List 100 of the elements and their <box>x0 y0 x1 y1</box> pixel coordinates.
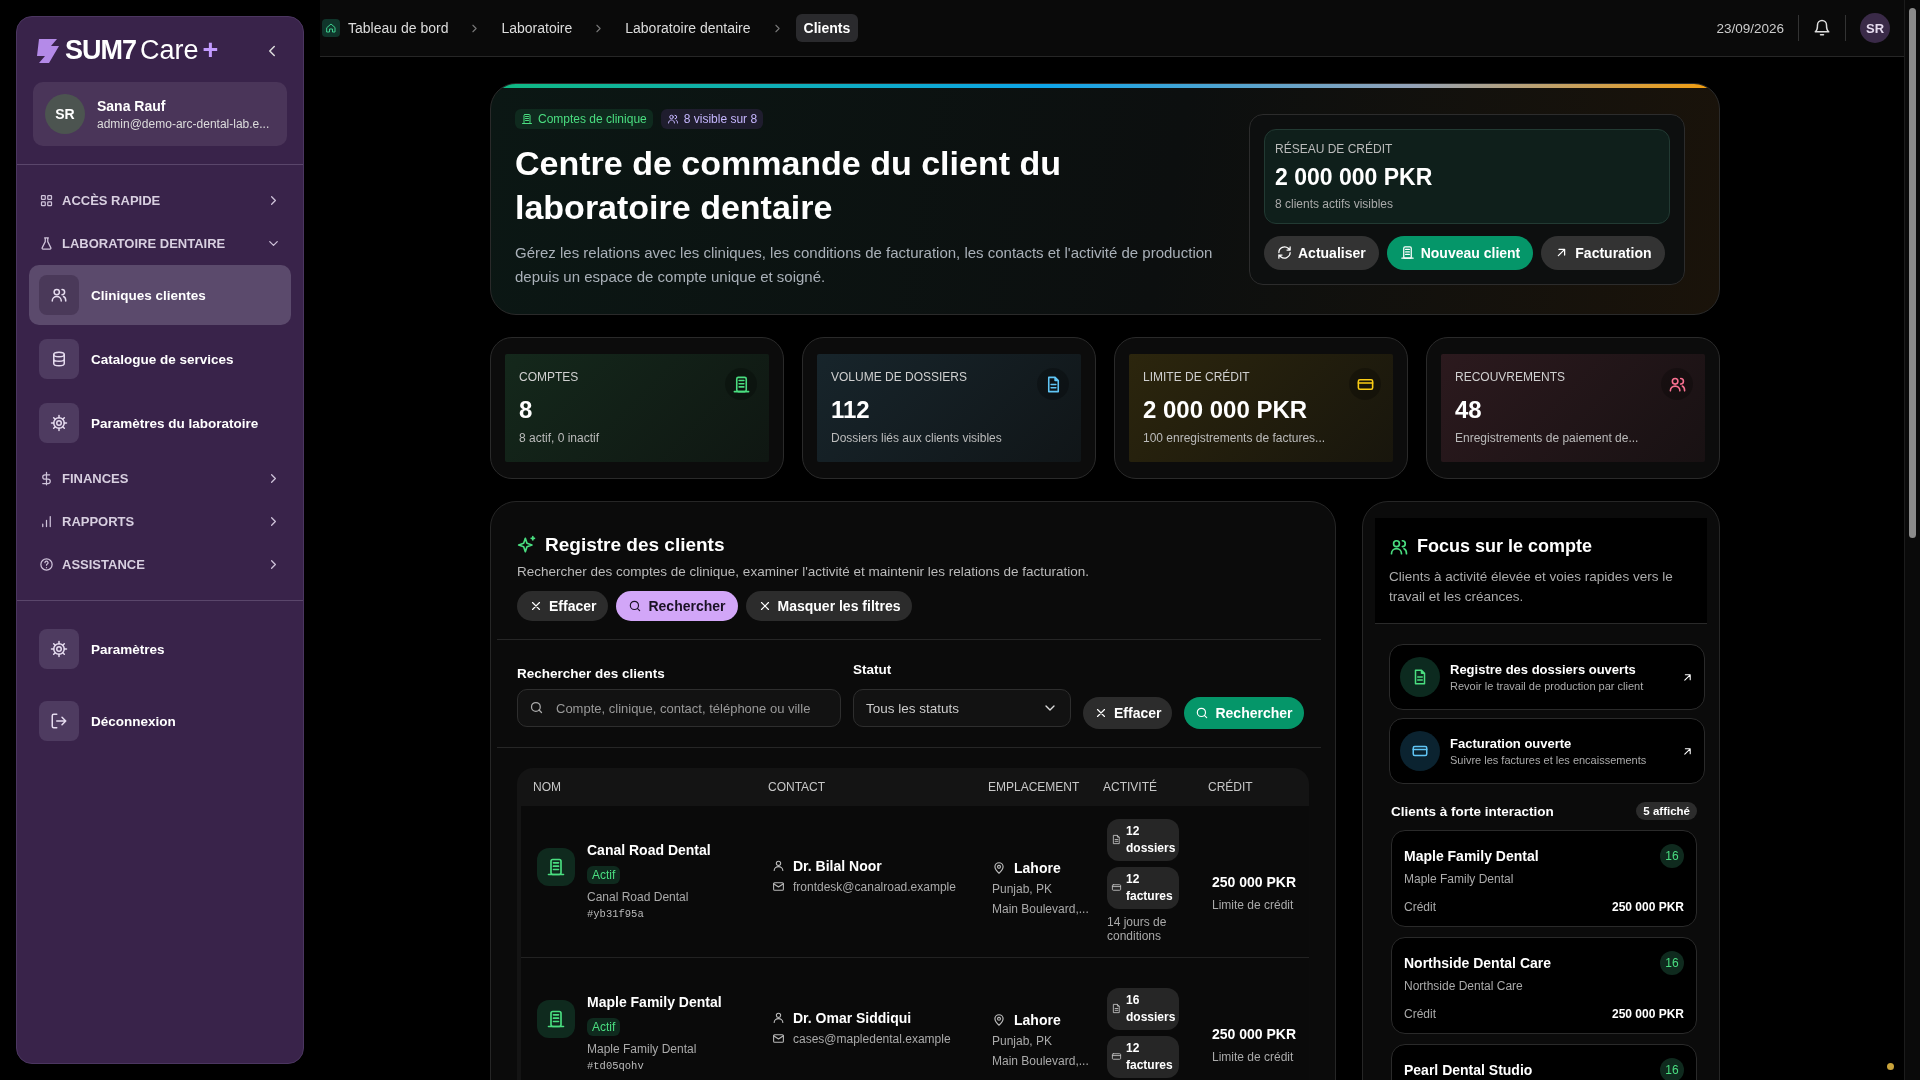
home-icon <box>325 22 337 34</box>
stat-value: 8 <box>519 396 534 424</box>
client-name: Canal Road Dental <box>587 841 711 858</box>
table-row[interactable] <box>521 806 1309 958</box>
close-icon <box>529 599 543 613</box>
status-badge: Actif <box>587 1017 621 1036</box>
shortcut-link[interactable]: Facturation ouverte Suivre les factures et les encaissements <box>1389 718 1705 784</box>
search-icon <box>529 700 544 715</box>
nav-item[interactable]: Paramètres <box>29 619 291 679</box>
refresh-button[interactable]: Actualiser <box>1264 235 1379 270</box>
breadcrumb-link[interactable]: Tableau de bord <box>320 13 457 43</box>
dollar-icon <box>39 471 54 486</box>
credit-amount: 250 000 PKR <box>1611 900 1684 914</box>
flask-icon <box>39 236 54 251</box>
location-pin-icon <box>992 1012 1006 1027</box>
client-code: #td05qohv <box>587 1059 645 1072</box>
user-icon <box>772 1011 785 1024</box>
clinic-name: Canal Road Dental <box>587 889 690 904</box>
invoices-badge: 12 factures <box>1107 1035 1179 1078</box>
notification-button[interactable] <box>1813 19 1831 37</box>
stat-note: Dossiers liés aux clients visibles <box>831 431 1003 445</box>
breadcrumb-link[interactable]: Clients <box>795 14 859 42</box>
client-subtitle: Northside Dental Care <box>1404 979 1524 993</box>
address-text: Main Boulevard,... <box>992 1053 1090 1068</box>
billing-button[interactable]: Facturation <box>1541 235 1665 270</box>
client-card[interactable]: Northside Dental Care 16 Northside Dental Care Crédit 250 000 PKR <box>1391 937 1697 1034</box>
nav-item[interactable]: Déconnexion <box>29 691 291 751</box>
shortcut-link[interactable]: Registre des dossiers ouverts Revoir le travail de production par client <box>1389 644 1705 710</box>
credit-note: Limite de crédit <box>1212 1049 1295 1064</box>
hide-filters-button[interactable]: Masquer les filtres <box>745 591 913 621</box>
card-icon <box>1111 882 1122 893</box>
invoices-badge: 12 factures <box>1107 866 1179 909</box>
cases-badge: 12 dossiers <box>1107 818 1179 861</box>
nav-item[interactable]: Catalogue de services <box>29 329 291 389</box>
nav-item[interactable]: Cliniques clientes <box>29 265 291 325</box>
search-field[interactable]: Compte, clinique, contact, téléphone ou ville <box>517 689 841 727</box>
nav-section[interactable]: ACCÈS RAPIDE <box>29 179 291 222</box>
user-email: admin@demo-arc-dental-lab.e... <box>97 116 270 131</box>
breadcrumb-link[interactable]: Laboratoire <box>493 14 581 42</box>
page-description: Gérez les relations avec les cliniques, les conditions de facturation, les contacts et l'activité de production depuis un espace de compte unique et soigné. <box>515 243 1214 287</box>
contact-email: cases@mapledental.example <box>793 1031 951 1046</box>
new-client-button[interactable]: Nouveau client <box>1386 235 1534 270</box>
nav-section[interactable]: ASSISTANCE <box>29 543 291 586</box>
avatar[interactable]: SR <box>1860 13 1890 43</box>
section-heading: Clients à forte interaction <box>1391 803 1554 819</box>
mail-icon <box>772 1032 785 1045</box>
date-text: 23/09/2026 <box>1716 20 1784 36</box>
count-badge: 16 <box>1660 1058 1684 1080</box>
breadcrumb-link[interactable]: Laboratoire dentaire <box>617 14 759 42</box>
bell-icon <box>1813 19 1831 37</box>
stat-label: COMPTES <box>519 370 580 384</box>
help-icon <box>39 557 54 572</box>
credit-amount: 250 000 PKR <box>1611 1007 1684 1021</box>
credit-note: Limite de crédit <box>1212 897 1295 912</box>
nav-section[interactable]: LABORATOIRE DENTAIRE <box>29 222 291 265</box>
user-name: Sana Rauf <box>97 97 167 114</box>
column-header: NOM <box>533 780 562 794</box>
status-badge: Actif <box>587 865 621 884</box>
stat-value: 112 <box>831 396 871 424</box>
table-row[interactable]: Maple Family Dental Actif Maple Family Dental #td05qohv Dr. Omar Siddiqui cases@mapledental.example Lahore Punjab, PK Main Boulevard,... 16 dossiers 12 factures 250 000 PKR Limite de crédit <box>521 958 1309 1080</box>
section-title: Registre des clients <box>545 534 725 556</box>
section-description: Rechercher des comptes de clinique, examiner l'activité et maintenir les relations de facturation. <box>517 564 1091 579</box>
client-name: Maple Family Dental <box>587 993 722 1010</box>
credit-label: Crédit <box>1404 900 1436 914</box>
users-icon <box>50 286 68 304</box>
city-name: Lahore <box>1014 1011 1061 1028</box>
client-name: Northside Dental Care <box>1404 955 1552 971</box>
building-icon <box>546 856 566 877</box>
page-title: Centre de commande du client du laboratoire dentaire <box>515 143 1062 228</box>
city-name: Lahore <box>1014 859 1061 876</box>
stat-value: 48 <box>1455 396 1483 424</box>
field-label: Rechercher des clients <box>517 666 666 681</box>
address-text: Main Boulevard,... <box>992 901 1090 916</box>
mail-icon <box>772 880 785 893</box>
nav-section[interactable]: RAPPORTS <box>29 500 291 543</box>
nav-item[interactable]: Paramètres du laboratoire <box>29 393 291 453</box>
stat-note: Enregistrements de paiement de... <box>1455 431 1640 445</box>
document-icon <box>1111 834 1122 845</box>
credit-note: 8 clients actifs visibles <box>1275 196 1395 211</box>
client-name: Pearl Dental Studio <box>1404 1062 1533 1078</box>
client-card[interactable]: Pearl Dental Studio 16 <box>1391 1044 1697 1080</box>
avatar: SR <box>45 94 85 134</box>
search-button[interactable]: Rechercher <box>1184 697 1304 729</box>
credit-value: 2 000 000 PKR <box>1275 163 1434 191</box>
scrollbar[interactable] <box>1904 0 1920 1080</box>
credit-label: Crédit <box>1404 1007 1436 1021</box>
building-icon <box>1399 245 1415 260</box>
clear-button[interactable]: Effacer <box>517 591 609 621</box>
contact-email: frontdesk@canalroad.example <box>793 879 956 894</box>
building-icon <box>546 1008 566 1029</box>
client-card[interactable]: Maple Family Dental 16 Maple Family Dental Crédit 250 000 PKR <box>1391 830 1697 927</box>
user-icon <box>772 859 785 872</box>
search-button[interactable]: Rechercher <box>616 591 738 621</box>
status-dropdown[interactable]: Tous les statuts <box>853 689 1071 727</box>
clear-button[interactable]: Effacer <box>1083 697 1173 729</box>
clinic-name: Maple Family Dental <box>587 1041 698 1056</box>
contact-name: Dr. Bilal Noor <box>793 857 882 874</box>
tag: 8 visible sur 8 <box>660 109 764 129</box>
sparkle-icon <box>517 535 537 555</box>
nav-section[interactable]: FINANCES <box>29 457 291 500</box>
